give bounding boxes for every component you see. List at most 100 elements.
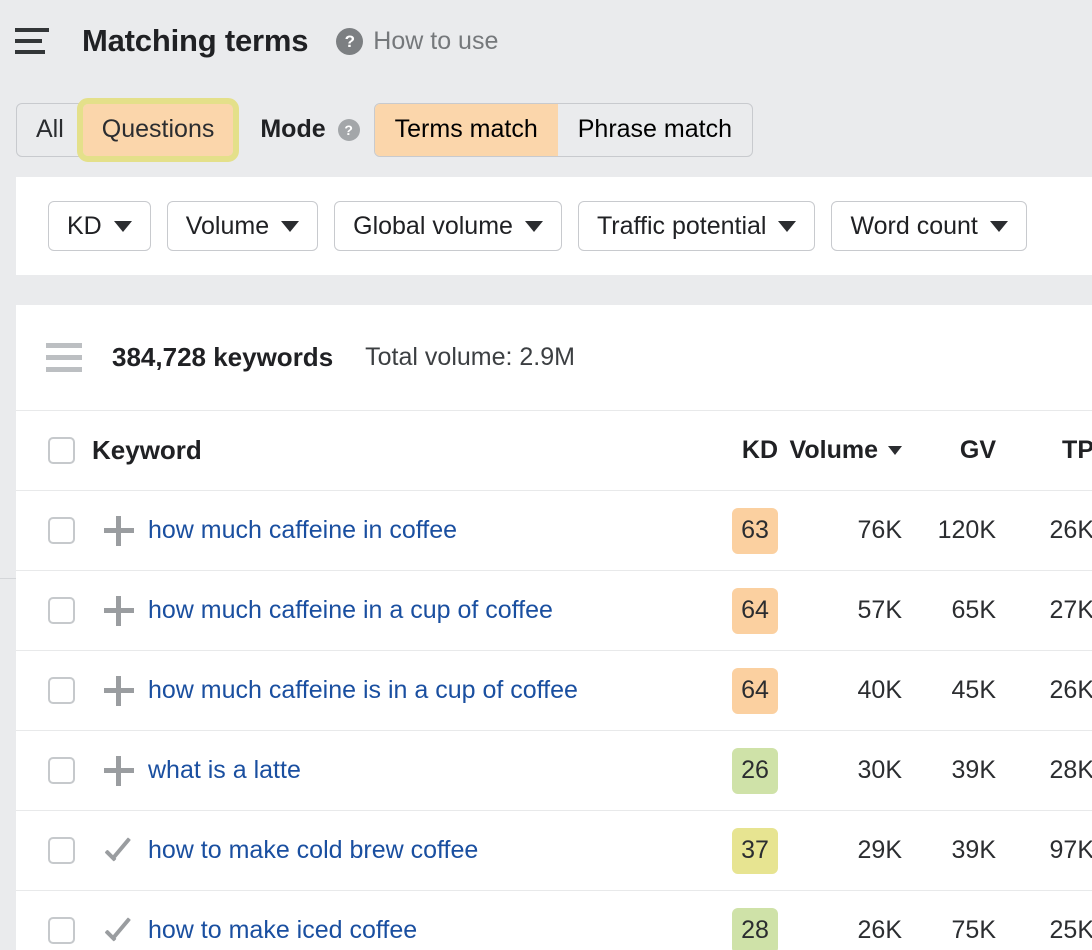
chevron-down-icon [114,221,132,232]
filter-traffic-potential[interactable]: Traffic potential [578,201,816,251]
results-summary-bar: 384,728 keywords Total volume: 2.9M [16,305,1092,410]
row-checkbox[interactable] [48,917,75,944]
hamburger-icon[interactable] [8,19,58,64]
gv-value: 45K [914,676,1004,705]
tp-value: 25K [1004,916,1092,945]
table-row[interactable]: how much caffeine in coffee 63 76K120K26K [16,491,1092,571]
row-kd-cell: 63 [706,491,796,571]
row-checkbox[interactable] [48,597,75,624]
volume-value: 30K [796,756,914,785]
row-tp-cell: 97K [1004,811,1092,891]
kd-badge: 63 [732,508,778,554]
filter-word-count-label: Word count [850,212,977,241]
question-mark-icon[interactable]: ? [336,28,363,55]
header-select-all [16,411,92,491]
row-volume-cell: 57K [796,571,914,651]
caret-down-icon [888,446,902,455]
row-gv-cell: 65K [914,571,1004,651]
check-icon[interactable] [104,836,134,866]
row-tp-cell: 27K [1004,571,1092,651]
row-tp-cell: 28K [1004,731,1092,811]
filter-word-count[interactable]: Word count [831,201,1026,251]
row-tp-cell: 26K [1004,651,1092,731]
keyword-link[interactable]: how to make cold brew coffee [148,836,478,865]
tab-terms-match[interactable]: Terms match [375,104,558,156]
row-select-cell [16,571,92,651]
keyword-link[interactable]: how much caffeine in a cup of coffee [148,596,553,625]
tp-value: 26K [1004,676,1092,705]
table-header-row: Keyword KD Volume GV [16,411,1092,491]
tp-value: 26K [1004,516,1092,545]
table-row[interactable]: how much caffeine is in a cup of coffee 6… [16,651,1092,731]
row-checkbox[interactable] [48,757,75,784]
header-volume[interactable]: Volume [796,411,914,491]
keyword-link[interactable]: what is a latte [148,756,301,785]
filter-kd-label: KD [67,212,102,241]
table-row[interactable]: how to make cold brew coffee3729K39K97K [16,811,1092,891]
header-tp-label: TP [1004,436,1092,465]
keyword-link[interactable]: how much caffeine is in a cup of coffee [148,676,578,705]
page-title: Matching terms [82,23,308,59]
how-to-use-link[interactable]: ? How to use [336,27,498,56]
list-view-icon[interactable] [46,343,82,372]
mode-tab-group: Terms match Phrase match [374,103,753,157]
row-volume-cell: 40K [796,651,914,731]
header-kd[interactable]: KD [706,411,796,491]
row-gv-cell: 120K [914,491,1004,571]
header-volume-label: Volume [790,436,878,465]
filter-kd[interactable]: KD [48,201,151,251]
volume-value: 26K [796,916,914,945]
kd-badge: 64 [732,668,778,714]
row-volume-cell: 29K [796,811,914,891]
plus-icon[interactable] [104,596,134,626]
scroll-divider [0,578,16,579]
mode-label: Mode [260,115,325,144]
row-select-cell [16,811,92,891]
table-row[interactable]: how much caffeine in a cup of coffee 64 57… [16,571,1092,651]
filter-volume[interactable]: Volume [167,201,318,251]
row-volume-cell: 76K [796,491,914,571]
row-checkbox[interactable] [48,677,75,704]
tab-all[interactable]: All [17,104,83,156]
row-gv-cell: 39K [914,731,1004,811]
filter-global-volume[interactable]: Global volume [334,201,562,251]
row-keyword-cell: how to make cold brew coffee [92,811,706,891]
row-select-cell [16,731,92,811]
header-gv[interactable]: GV [914,411,1004,491]
header-tp[interactable]: TP [1004,411,1092,491]
table-row[interactable]: what is a latte2630K39K28K [16,731,1092,811]
volume-value: 76K [796,516,914,545]
keyword-link[interactable]: how much caffeine in coffee [148,516,457,545]
header-keyword[interactable]: Keyword [92,411,706,491]
kd-badge: 64 [732,588,778,634]
tp-value: 97K [1004,836,1092,865]
check-icon[interactable] [104,916,134,946]
filter-volume-label: Volume [186,212,269,241]
top-bar: Matching terms ? How to use [0,0,1092,82]
select-all-checkbox[interactable] [48,437,75,464]
gv-value: 75K [914,916,1004,945]
row-checkbox[interactable] [48,837,75,864]
row-keyword-cell: how much caffeine is in a cup of coffee [92,651,706,731]
plus-icon[interactable] [104,756,134,786]
mode-question-mark-icon[interactable]: ? [338,119,360,141]
header-kd-label: KD [706,436,796,465]
row-tp-cell: 25K [1004,891,1092,950]
row-tp-cell: 26K [1004,491,1092,571]
plus-icon[interactable] [104,676,134,706]
chevron-down-icon [778,221,796,232]
kd-badge: 37 [732,828,778,874]
tab-phrase-match[interactable]: Phrase match [558,104,752,156]
row-volume-cell: 30K [796,731,914,811]
keywords-table-body: how much caffeine in coffee6376K120K26Kh… [16,491,1092,950]
filter-traffic-potential-label: Traffic potential [597,212,767,241]
keywords-table: Keyword KD Volume GV [16,410,1092,950]
table-row[interactable]: how to make iced coffee 2826K75K25K [16,891,1092,950]
row-kd-cell: 37 [706,811,796,891]
plus-icon[interactable] [104,516,134,546]
row-kd-cell: 28 [706,891,796,950]
keyword-link[interactable]: how to make iced coffee [148,916,417,945]
row-checkbox[interactable] [48,517,75,544]
total-volume: Total volume: 2.9M [365,343,575,372]
tab-questions[interactable]: Questions [83,104,234,156]
